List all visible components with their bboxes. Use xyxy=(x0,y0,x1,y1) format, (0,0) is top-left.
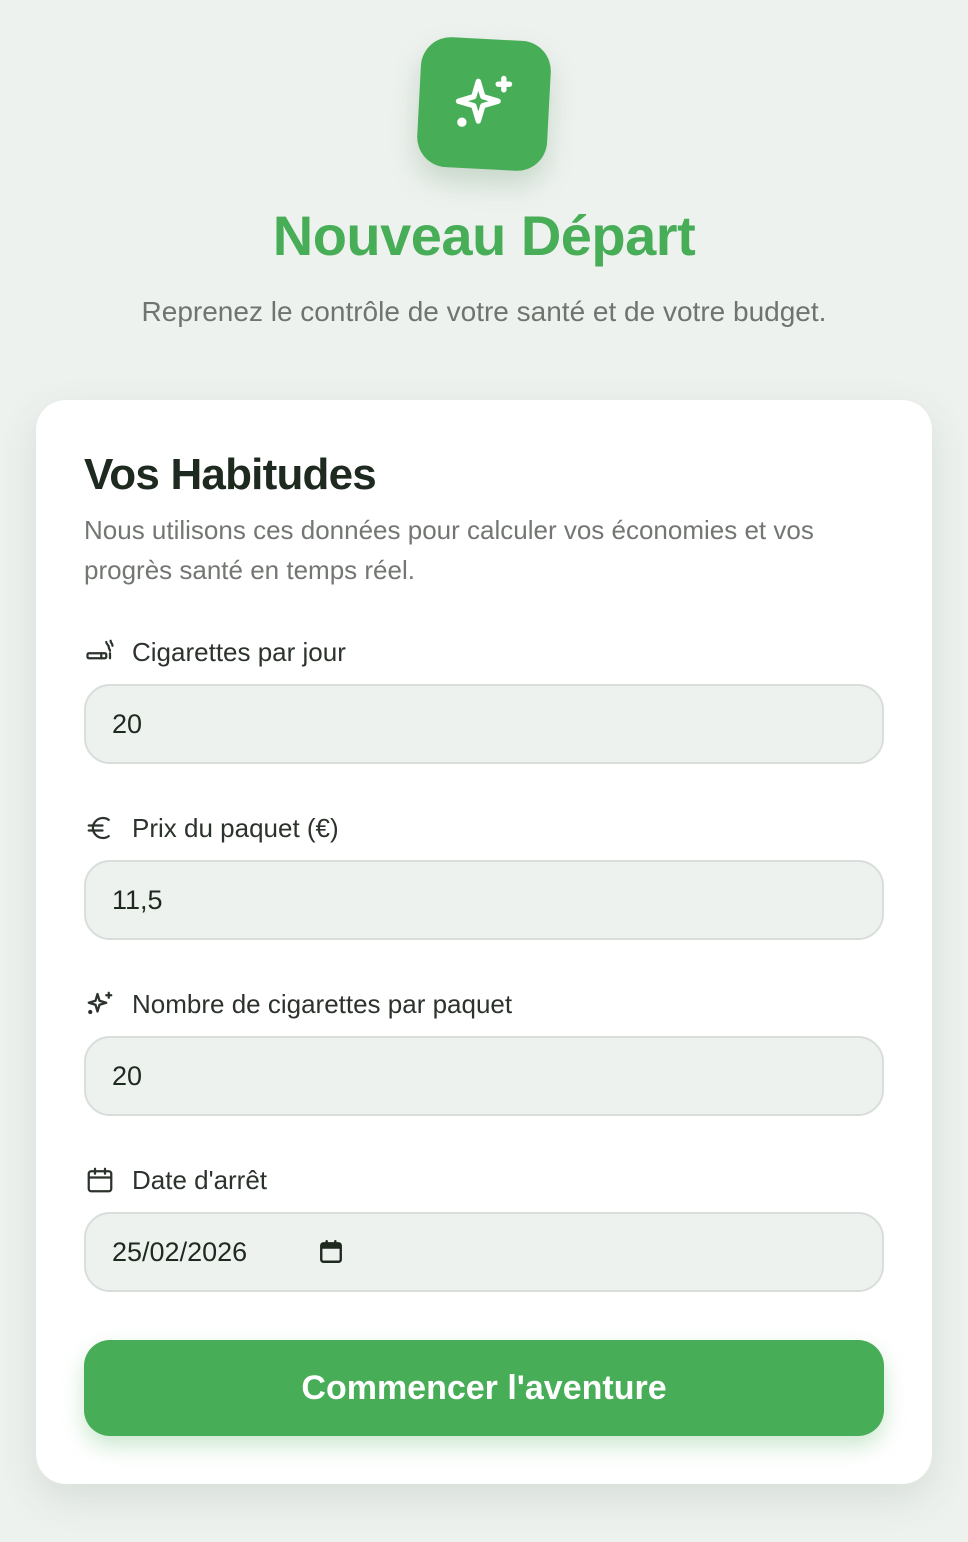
habits-form-card: Vos Habitudes Nous utilisons ces données… xyxy=(36,400,932,1484)
app-subtitle: Reprenez le contrôle de votre santé et d… xyxy=(141,296,827,327)
form-title: Vos Habitudes xyxy=(84,450,377,499)
onboarding-page: Nouveau Départ Reprenez le contrôle de v… xyxy=(0,0,968,1542)
date-picker-icon[interactable] xyxy=(317,1238,345,1266)
cigarette-icon xyxy=(84,636,116,668)
quit-date-label-text: Date d'arrêt xyxy=(132,1164,268,1195)
sparkles-icon xyxy=(84,988,116,1020)
euro-icon xyxy=(84,812,116,844)
app-logo xyxy=(415,35,553,173)
quit-date-input[interactable]: 25/02/2026 xyxy=(84,1212,884,1292)
app-title: Nouveau Départ xyxy=(272,204,696,267)
start-adventure-button[interactable]: Commencer l'aventure xyxy=(84,1340,884,1436)
cigarettes-per-day-label: Cigarettes par jour xyxy=(84,634,346,670)
form-description: Nous utilisons ces données pour calculer… xyxy=(84,515,814,585)
calendar-icon xyxy=(84,1164,116,1196)
cigarettes-per-day-input[interactable] xyxy=(84,684,884,764)
cigarettes-per-pack-label: Nombre de cigarettes par paquet xyxy=(84,986,512,1022)
cigarettes-per-pack-label-text: Nombre de cigarettes par paquet xyxy=(132,988,513,1019)
pack-price-label: Prix du paquet (€) xyxy=(84,810,339,846)
quit-date-label: Date d'arrêt xyxy=(84,1162,267,1198)
pack-price-input[interactable] xyxy=(84,860,884,940)
cigarettes-per-day-label-text: Cigarettes par jour xyxy=(132,636,346,667)
cigarettes-per-pack-input[interactable] xyxy=(84,1036,884,1116)
quit-date-value: 25/02/2026 xyxy=(112,1236,248,1267)
pack-price-label-text: Prix du paquet (€) xyxy=(132,812,339,843)
sparkles-icon xyxy=(455,75,513,127)
